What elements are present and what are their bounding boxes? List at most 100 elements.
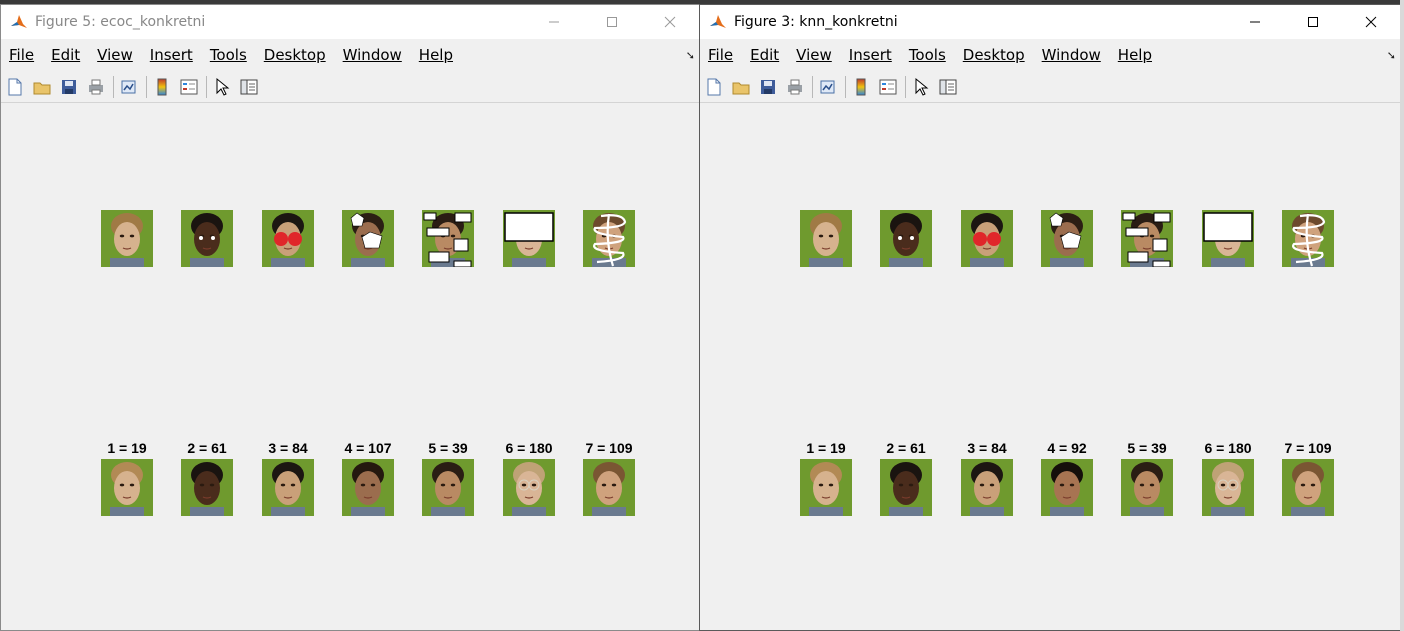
save-icon[interactable]	[757, 76, 779, 98]
menu-bar: File Edit View Insert Tools Desktop Wind…	[1, 39, 699, 71]
result-caption: 2 = 61	[187, 440, 227, 456]
menu-tools[interactable]: Tools	[210, 46, 247, 64]
toolbar-separator	[146, 76, 147, 98]
result-caption: 6 = 180	[505, 440, 553, 456]
toolbar-separator	[113, 76, 114, 98]
result-caption: 1 = 19	[107, 440, 147, 456]
dock-figure-icon[interactable]: ➘	[686, 49, 695, 62]
dock-figure-icon[interactable]: ➘	[1387, 49, 1396, 62]
link-plot-icon[interactable]	[817, 76, 839, 98]
figure-window-ecoc[interactable]: Figure 5: ecoc_konkretni File Edit View …	[0, 4, 700, 631]
matlab-logo-icon	[709, 13, 727, 31]
minimize-button[interactable]	[1226, 5, 1284, 39]
menu-insert[interactable]: Insert	[150, 46, 193, 64]
figure-canvas[interactable]: 1 = 19 2 = 61 3 = 84 4 = 92 5 = 39 6 = 180 7 =…	[700, 104, 1400, 630]
link-plot-icon[interactable]	[118, 76, 140, 98]
result-face-image	[1202, 459, 1254, 516]
new-figure-icon[interactable]	[703, 76, 725, 98]
insert-legend-icon[interactable]	[877, 76, 899, 98]
insert-colorbar-icon[interactable]	[151, 76, 173, 98]
query-face-image	[1041, 210, 1093, 267]
figure-window-knn[interactable]: Figure 3: knn_konkretni File Edit View I…	[699, 4, 1401, 631]
window-title: Figure 5: ecoc_konkretni	[35, 14, 206, 30]
open-file-icon[interactable]	[31, 76, 53, 98]
toolbar-separator	[905, 76, 906, 98]
toolbar-separator	[845, 76, 846, 98]
result-caption: 7 = 109	[585, 440, 633, 456]
result-face-image	[503, 459, 555, 516]
result-caption: 3 = 84	[967, 440, 1007, 456]
minimize-button[interactable]	[525, 5, 583, 39]
matlab-logo-icon	[10, 13, 28, 31]
menu-tools[interactable]: Tools	[909, 46, 946, 64]
insert-colorbar-icon[interactable]	[850, 76, 872, 98]
title-bar[interactable]: Figure 3: knn_konkretni	[700, 5, 1400, 39]
new-figure-icon[interactable]	[4, 76, 26, 98]
query-face-image	[961, 210, 1013, 267]
maximize-button[interactable]	[583, 5, 641, 39]
query-face-image	[342, 210, 394, 267]
menu-file[interactable]: File	[708, 46, 733, 64]
query-face-image	[181, 210, 233, 267]
result-face-image	[880, 459, 932, 516]
figure-canvas[interactable]: 1 = 19 2 = 61 3 = 84 4 = 107 5 = 39 6 = 180 7 …	[1, 104, 699, 630]
property-inspector-icon[interactable]	[937, 76, 959, 98]
edit-plot-arrow-icon[interactable]	[910, 76, 932, 98]
menu-edit[interactable]: Edit	[51, 46, 80, 64]
query-face-image	[1121, 210, 1173, 267]
close-button[interactable]	[1342, 5, 1400, 39]
result-caption: 1 = 19	[806, 440, 846, 456]
title-bar[interactable]: Figure 5: ecoc_konkretni	[1, 5, 699, 39]
menu-view[interactable]: View	[796, 46, 832, 64]
query-face-image	[1282, 210, 1334, 267]
print-icon[interactable]	[85, 76, 107, 98]
menu-file[interactable]: File	[9, 46, 34, 64]
result-caption: 6 = 180	[1204, 440, 1252, 456]
result-face-image	[1282, 459, 1334, 516]
menu-edit[interactable]: Edit	[750, 46, 779, 64]
save-icon[interactable]	[58, 76, 80, 98]
query-face-image	[422, 210, 474, 267]
result-face-image	[961, 459, 1013, 516]
result-caption: 3 = 84	[268, 440, 308, 456]
result-caption: 5 = 39	[1127, 440, 1167, 456]
query-face-image	[503, 210, 555, 267]
print-icon[interactable]	[784, 76, 806, 98]
result-face-image	[181, 459, 233, 516]
query-face-image	[880, 210, 932, 267]
menu-help[interactable]: Help	[419, 46, 453, 64]
insert-legend-icon[interactable]	[178, 76, 200, 98]
result-face-image	[583, 459, 635, 516]
result-caption: 7 = 109	[1284, 440, 1332, 456]
query-face-image	[800, 210, 852, 267]
result-face-image	[262, 459, 314, 516]
result-face-image	[101, 459, 153, 516]
query-face-image	[1202, 210, 1254, 267]
window-title: Figure 3: knn_konkretni	[734, 14, 898, 30]
background-window-edge	[1400, 0, 1404, 631]
menu-desktop[interactable]: Desktop	[264, 46, 326, 64]
edit-plot-arrow-icon[interactable]	[211, 76, 233, 98]
result-face-image	[342, 459, 394, 516]
menu-help[interactable]: Help	[1118, 46, 1152, 64]
result-caption: 5 = 39	[428, 440, 468, 456]
result-face-image	[1121, 459, 1173, 516]
query-face-image	[262, 210, 314, 267]
menu-desktop[interactable]: Desktop	[963, 46, 1025, 64]
query-face-image	[101, 210, 153, 267]
open-file-icon[interactable]	[730, 76, 752, 98]
close-button[interactable]	[641, 5, 699, 39]
menu-bar: File Edit View Insert Tools Desktop Wind…	[700, 39, 1400, 71]
maximize-button[interactable]	[1284, 5, 1342, 39]
result-caption: 4 = 107	[344, 440, 392, 456]
menu-view[interactable]: View	[97, 46, 133, 64]
property-inspector-icon[interactable]	[238, 76, 260, 98]
result-caption: 4 = 92	[1047, 440, 1087, 456]
menu-window[interactable]: Window	[343, 46, 402, 64]
figure-toolbar	[700, 72, 1400, 103]
menu-insert[interactable]: Insert	[849, 46, 892, 64]
result-face-image	[1041, 459, 1093, 516]
menu-window[interactable]: Window	[1042, 46, 1101, 64]
result-caption: 2 = 61	[886, 440, 926, 456]
result-face-image	[422, 459, 474, 516]
